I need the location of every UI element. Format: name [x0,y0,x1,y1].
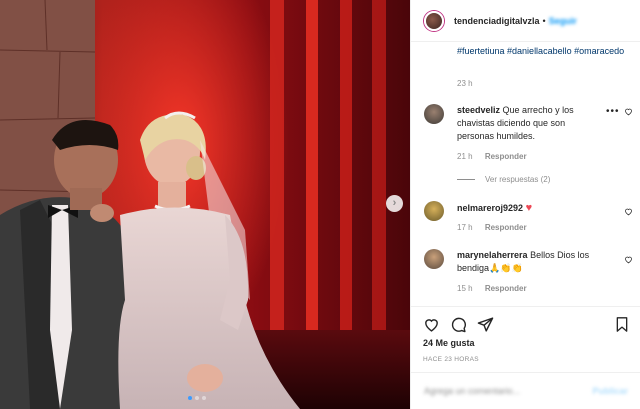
comment-meta: 21 h Responder [457,152,527,161]
action-bar [411,306,640,342]
carousel-indicator [188,396,206,400]
comment-username[interactable]: marynelaherrera [457,250,528,260]
reply-button[interactable]: Responder [485,284,527,293]
caption-hashtags[interactable]: #fuertetiuna #daniellacabello #omaracedo [457,45,632,57]
post-timestamp: HACE 23 HORAS [423,356,479,363]
avatar[interactable] [424,249,444,269]
comment-time: 15 h [457,284,473,293]
carousel-dot [202,396,206,400]
heart-icon[interactable] [423,316,440,335]
comment-meta: 17 h Responder [457,223,527,232]
add-comment-bar: Agrega un comentario... Publicar [411,372,640,409]
paper-plane-icon[interactable] [477,316,494,335]
comment-input[interactable]: Agrega un comentario... [424,386,520,396]
instagram-post-view: › tendenciadigitalvzla • Seguir #fuertet… [0,0,640,409]
heart-icon[interactable] [624,255,633,266]
post-side-panel: tendenciadigitalvzla • Seguir #fuertetiu… [410,0,640,409]
comment-username[interactable]: nelmareroj9292 [457,203,523,213]
comment-time: 21 h [457,152,473,161]
post-photo[interactable]: › [0,0,410,409]
likes-count[interactable]: 24 Me gusta [423,338,475,348]
follow-button[interactable]: Seguir [549,16,577,26]
divider-line [457,179,475,180]
wedding-photo-illustration [0,0,410,409]
avatar[interactable] [424,10,444,31]
separator-dot: • [542,15,546,26]
comment-text: nelmareroj9292 ♥ [457,202,597,215]
post-header: tendenciadigitalvzla • Seguir [411,0,640,42]
avatar[interactable] [424,201,444,221]
heart-icon[interactable] [624,107,633,118]
heart-emoji-icon: ♥ [525,202,533,214]
bookmark-icon[interactable] [614,316,630,335]
caption-timestamp: 23 h [457,79,473,88]
comment-text: steedveliz Que arrecho y los chavistas d… [457,104,597,143]
more-options-icon[interactable]: ••• [606,106,620,117]
view-replies-label: Ver respuestas (2) [485,175,551,184]
chevron-right-icon: › [392,197,397,209]
carousel-next-button[interactable]: › [386,195,403,212]
publish-button[interactable]: Publicar [592,386,628,396]
comment-meta: 15 h Responder [457,284,527,293]
avatar[interactable] [424,104,444,124]
carousel-dot [195,396,199,400]
comment-username[interactable]: steedveliz [457,105,500,115]
author-username[interactable]: tendenciadigitalvzla [454,16,540,26]
comment-text: marynelaherrera Bellos Dios los bendiga🙏… [457,249,597,275]
comment-time: 17 h [457,223,473,232]
carousel-dot-active [188,396,192,400]
reply-button[interactable]: Responder [485,152,527,161]
reply-button[interactable]: Responder [485,223,527,232]
comment-icon[interactable] [450,316,467,335]
view-replies-button[interactable]: Ver respuestas (2) [457,175,550,184]
heart-icon[interactable] [624,207,633,218]
